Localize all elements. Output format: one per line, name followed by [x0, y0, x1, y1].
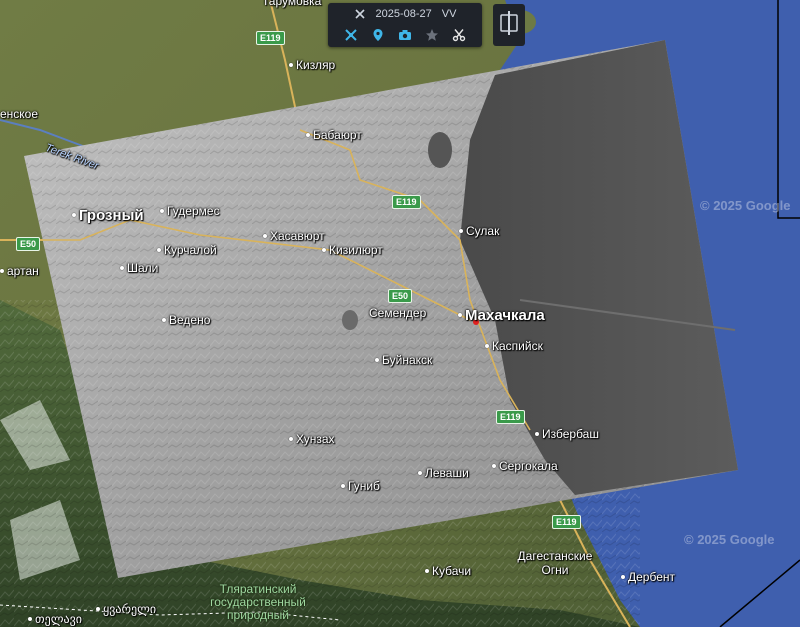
- close-icon[interactable]: [354, 8, 366, 20]
- city-label-kaspiysk: Каспийск: [485, 339, 543, 353]
- satellite-icon[interactable]: [342, 26, 360, 44]
- reservoir: [342, 310, 358, 330]
- map-view[interactable]: © 2025 Google © 2025 Google Terek River …: [0, 0, 800, 627]
- city-label-izberbash: Избербаш: [535, 427, 599, 441]
- city-label-gunib: Гуниб: [341, 479, 380, 493]
- city-label-khunzakh: Хунзах: [289, 432, 335, 446]
- city-label-partial-2: артан: [0, 264, 39, 278]
- park-label: Тляратинский государственный природный: [210, 582, 306, 622]
- road-badge-e50: E50: [388, 289, 413, 303]
- road-badge-e119: E119: [496, 410, 525, 424]
- split-view-icon: [499, 10, 519, 41]
- city-label-kubachi: Кубачи: [425, 564, 471, 578]
- city-label-semender: Семендер: [369, 306, 427, 320]
- camera-icon[interactable]: [396, 26, 414, 44]
- toolbar-header: 2025-08-27 VV: [328, 5, 482, 22]
- city-label-shali: Шали: [120, 261, 158, 275]
- city-label-babayurt: Бабаюрт: [306, 128, 362, 142]
- city-label-khasavyurt: Хасавюрт: [263, 229, 325, 243]
- scissors-icon[interactable]: [450, 26, 468, 44]
- city-label-telavi: თელავი: [28, 612, 82, 626]
- city-label-buynaksk: Буйнакск: [375, 353, 432, 367]
- city-label-tarumovka: Тарумовка: [262, 0, 322, 8]
- image-date: 2025-08-27: [375, 7, 432, 20]
- lake: [428, 132, 452, 168]
- city-label-kizilyurt: Кизилюрт: [322, 243, 383, 257]
- city-label-levashi: Леваши: [418, 466, 469, 480]
- image-toolbar: 2025-08-27 VV: [328, 3, 482, 47]
- city-label-sulak: Сулак: [459, 224, 499, 238]
- road-badge-e119: E119: [392, 195, 421, 209]
- location-pin-icon[interactable]: [369, 26, 387, 44]
- toolbar-actions: [328, 25, 482, 45]
- city-label-sergokala: Сергокала: [492, 459, 558, 473]
- google-watermark: © 2025 Google: [700, 198, 791, 213]
- road-badge-e119: E119: [552, 515, 581, 529]
- city-label-partial: енское: [0, 107, 39, 121]
- city-label-kurchaloy: Курчалой: [157, 243, 217, 257]
- star-icon[interactable]: [423, 26, 441, 44]
- city-label-grozny: Грозный: [72, 208, 144, 223]
- road-badge-e50: E50: [16, 237, 41, 251]
- google-watermark-2: © 2025 Google: [684, 532, 775, 547]
- polarization-label: VV: [441, 7, 457, 20]
- city-label-vedeno: Ведено: [162, 313, 210, 327]
- city-label-kizlyar: Кизляр: [289, 58, 335, 72]
- city-label-derbent: Дербент: [621, 570, 675, 584]
- road-badge-e119: E119: [256, 31, 285, 45]
- city-label-dagestanskie-ogni: Дагестанские Огни: [517, 549, 593, 577]
- city-label-gudermes: Гудермес: [160, 204, 220, 218]
- city-label-kvareli: ყვარელი: [96, 602, 156, 616]
- split-view-button[interactable]: [493, 4, 525, 46]
- city-label-makhachkala: Махачкала: [458, 308, 545, 323]
